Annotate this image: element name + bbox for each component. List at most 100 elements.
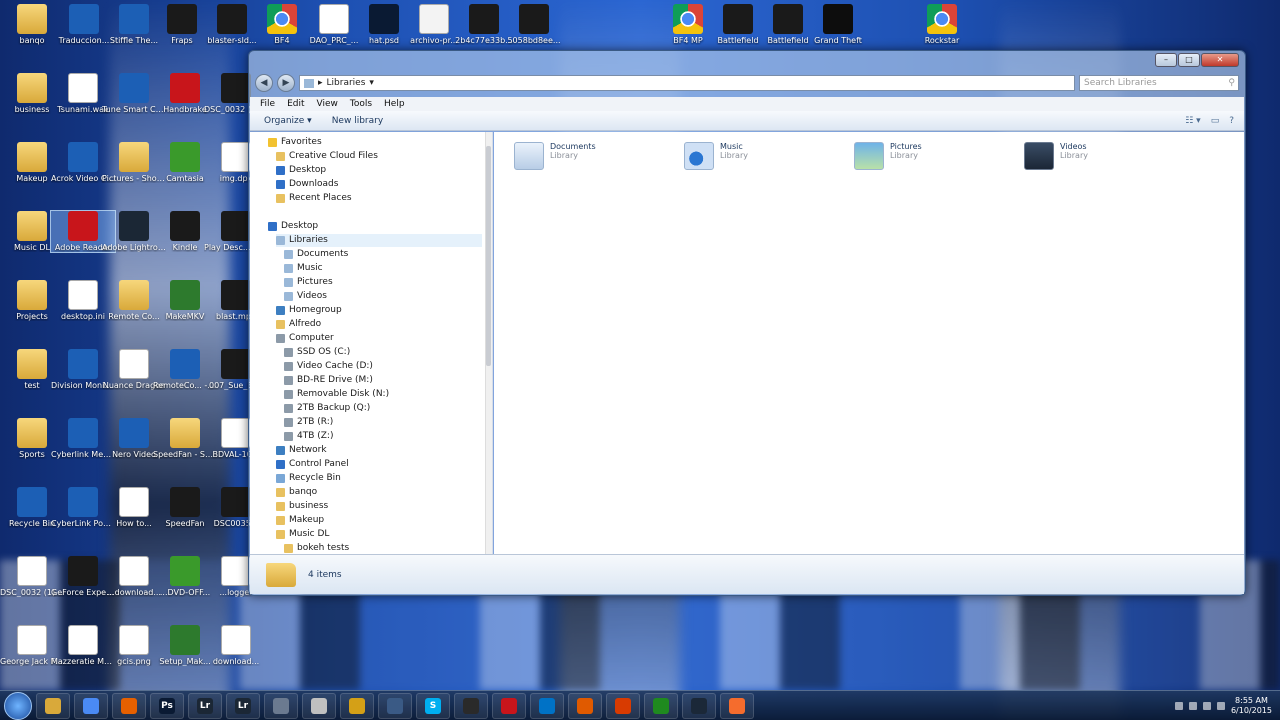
- nav-item[interactable]: Pictures: [284, 276, 482, 289]
- nav-item[interactable]: Videos: [284, 290, 482, 303]
- screen-capture-icon: [273, 697, 289, 714]
- address-dropdown-icon[interactable]: ▾: [369, 78, 374, 88]
- nav-item[interactable]: Documents: [284, 248, 482, 261]
- nav-item[interactable]: Desktop: [276, 164, 482, 177]
- nav-item-label: 4TB (Z:): [297, 431, 334, 441]
- folder-icon: [17, 211, 47, 241]
- nav-item[interactable]: Control Panel: [276, 458, 482, 471]
- forward-button[interactable]: ▶: [277, 74, 295, 92]
- nav-item[interactable]: business: [276, 500, 482, 513]
- taskbar-skype[interactable]: S: [416, 692, 450, 719]
- nav-item[interactable]: 2TB (R:): [284, 416, 482, 429]
- library-item[interactable]: Videos Library: [1024, 142, 1174, 172]
- nav-item[interactable]: Alfredo: [276, 318, 482, 331]
- nav-item-label: Documents: [297, 249, 349, 259]
- maximize-button[interactable]: □: [1178, 53, 1200, 67]
- photoshop-icon: Ps: [159, 697, 175, 714]
- nav-item-label: Recent Places: [289, 193, 352, 203]
- power-icon[interactable]: [1216, 701, 1225, 710]
- menu-help[interactable]: Help: [384, 99, 405, 109]
- nav-item[interactable]: SSD OS (C:): [284, 346, 482, 359]
- menu-edit[interactable]: Edit: [287, 99, 304, 109]
- back-button[interactable]: ◀: [255, 74, 273, 92]
- nav-item[interactable]: Recycle Bin: [276, 472, 482, 485]
- nav-item[interactable]: Libraries: [276, 234, 482, 247]
- taskbar-firefox[interactable]: [112, 692, 146, 719]
- nav-item[interactable]: BD-RE Drive (M:): [284, 374, 482, 387]
- nav-item[interactable]: Network: [276, 444, 482, 457]
- library-item[interactable]: Music Library: [684, 142, 834, 172]
- taskbar-media-app[interactable]: [454, 692, 488, 719]
- taskbar-lightroom[interactable]: Lr: [188, 692, 222, 719]
- clock[interactable]: 8:55 AM 6/10/2015: [1231, 696, 1272, 716]
- desktop-icon[interactable]: download...: [204, 625, 268, 666]
- nav-item[interactable]: 2TB Backup (Q:): [284, 402, 482, 415]
- taskbar-office[interactable]: [606, 692, 640, 719]
- nav-item[interactable]: Desktop: [268, 220, 482, 233]
- nav-item[interactable]: Makeup: [276, 514, 482, 527]
- taskbar-photoshop[interactable]: Ps: [150, 692, 184, 719]
- network-icon[interactable]: [1202, 701, 1211, 710]
- desktop-icon[interactable]: Rockstar: [910, 4, 974, 45]
- address-bar[interactable]: ▸ Libraries ▾: [299, 75, 1075, 91]
- taskbar-tools[interactable]: [340, 692, 374, 719]
- nav-scrollbar-thumb[interactable]: [486, 146, 491, 366]
- library-item[interactable]: Documents Library: [514, 142, 664, 172]
- taskbar-shield-app[interactable]: [302, 692, 336, 719]
- volume-icon[interactable]: [1188, 701, 1197, 710]
- view-options-icon[interactable]: ☷ ▾: [1185, 116, 1200, 126]
- nav-item-label: Libraries: [289, 235, 328, 245]
- address-path[interactable]: Libraries: [327, 78, 366, 88]
- menu-tools[interactable]: Tools: [350, 99, 372, 109]
- drive-icon: [284, 404, 293, 413]
- nav-item[interactable]: Creative Cloud Files: [276, 150, 482, 163]
- folder-icon: [276, 502, 285, 511]
- minimize-button[interactable]: –: [1155, 53, 1177, 67]
- preview-pane-icon[interactable]: ▭: [1211, 116, 1220, 126]
- mkv-icon: [170, 625, 200, 655]
- dark-icon: [519, 4, 549, 34]
- taskbar-chrome[interactable]: [74, 692, 108, 719]
- taskbar-game-app[interactable]: [492, 692, 526, 719]
- nav-item[interactable]: 4TB (Z:): [284, 430, 482, 443]
- nav-item[interactable]: banqo: [276, 486, 482, 499]
- organize-button[interactable]: Organize ▾: [264, 116, 312, 126]
- net-icon: [276, 446, 285, 455]
- close-button[interactable]: ✕: [1201, 53, 1239, 67]
- steam-icon: [691, 697, 707, 714]
- taskbar-steam[interactable]: [682, 692, 716, 719]
- help-icon[interactable]: ?: [1229, 116, 1234, 126]
- nav-item[interactable]: Video Cache (D:): [284, 360, 482, 373]
- search-input[interactable]: Search Libraries ⚲: [1079, 75, 1239, 91]
- desktop-icon[interactable]: 5058bd8ee...: [502, 4, 566, 45]
- library-type: Library: [1060, 151, 1088, 160]
- nav-item[interactable]: Music: [284, 262, 482, 275]
- new-library-button[interactable]: New library: [332, 116, 383, 126]
- taskbar-lightroom-2[interactable]: Lr: [226, 692, 260, 719]
- taskbar-media-player[interactable]: [568, 692, 602, 719]
- nav-item[interactable]: Downloads: [276, 178, 482, 191]
- menu-file[interactable]: File: [260, 99, 275, 109]
- taskbar-gaming-app[interactable]: [644, 692, 678, 719]
- taskbar-screen-capture[interactable]: [264, 692, 298, 719]
- menu-view[interactable]: View: [317, 99, 338, 109]
- nav-item[interactable]: Favorites: [268, 136, 482, 149]
- taskbar-origin[interactable]: [720, 692, 754, 719]
- nav-item[interactable]: Homegroup: [276, 304, 482, 317]
- tray-arrow-icon[interactable]: [1174, 701, 1183, 710]
- lib-icon: [284, 250, 293, 259]
- taskbar-outlook[interactable]: [530, 692, 564, 719]
- nav-item[interactable]: Recent Places: [276, 192, 482, 205]
- library-item[interactable]: Pictures Library: [854, 142, 1004, 172]
- chrome-icon: [927, 4, 957, 34]
- nav-item[interactable]: Music DL: [276, 528, 482, 541]
- folder-icon: [276, 516, 285, 525]
- taskbar-windows-explorer[interactable]: [36, 692, 70, 719]
- nav-item-label: Desktop: [289, 165, 327, 175]
- taskbar-network-app[interactable]: [378, 692, 412, 719]
- nav-item[interactable]: Computer: [276, 332, 482, 345]
- desktop-icon[interactable]: Grand Theft: [806, 4, 870, 45]
- start-button[interactable]: [4, 691, 32, 720]
- green-icon: [170, 556, 200, 586]
- nav-item[interactable]: Removable Disk (N:): [284, 388, 482, 401]
